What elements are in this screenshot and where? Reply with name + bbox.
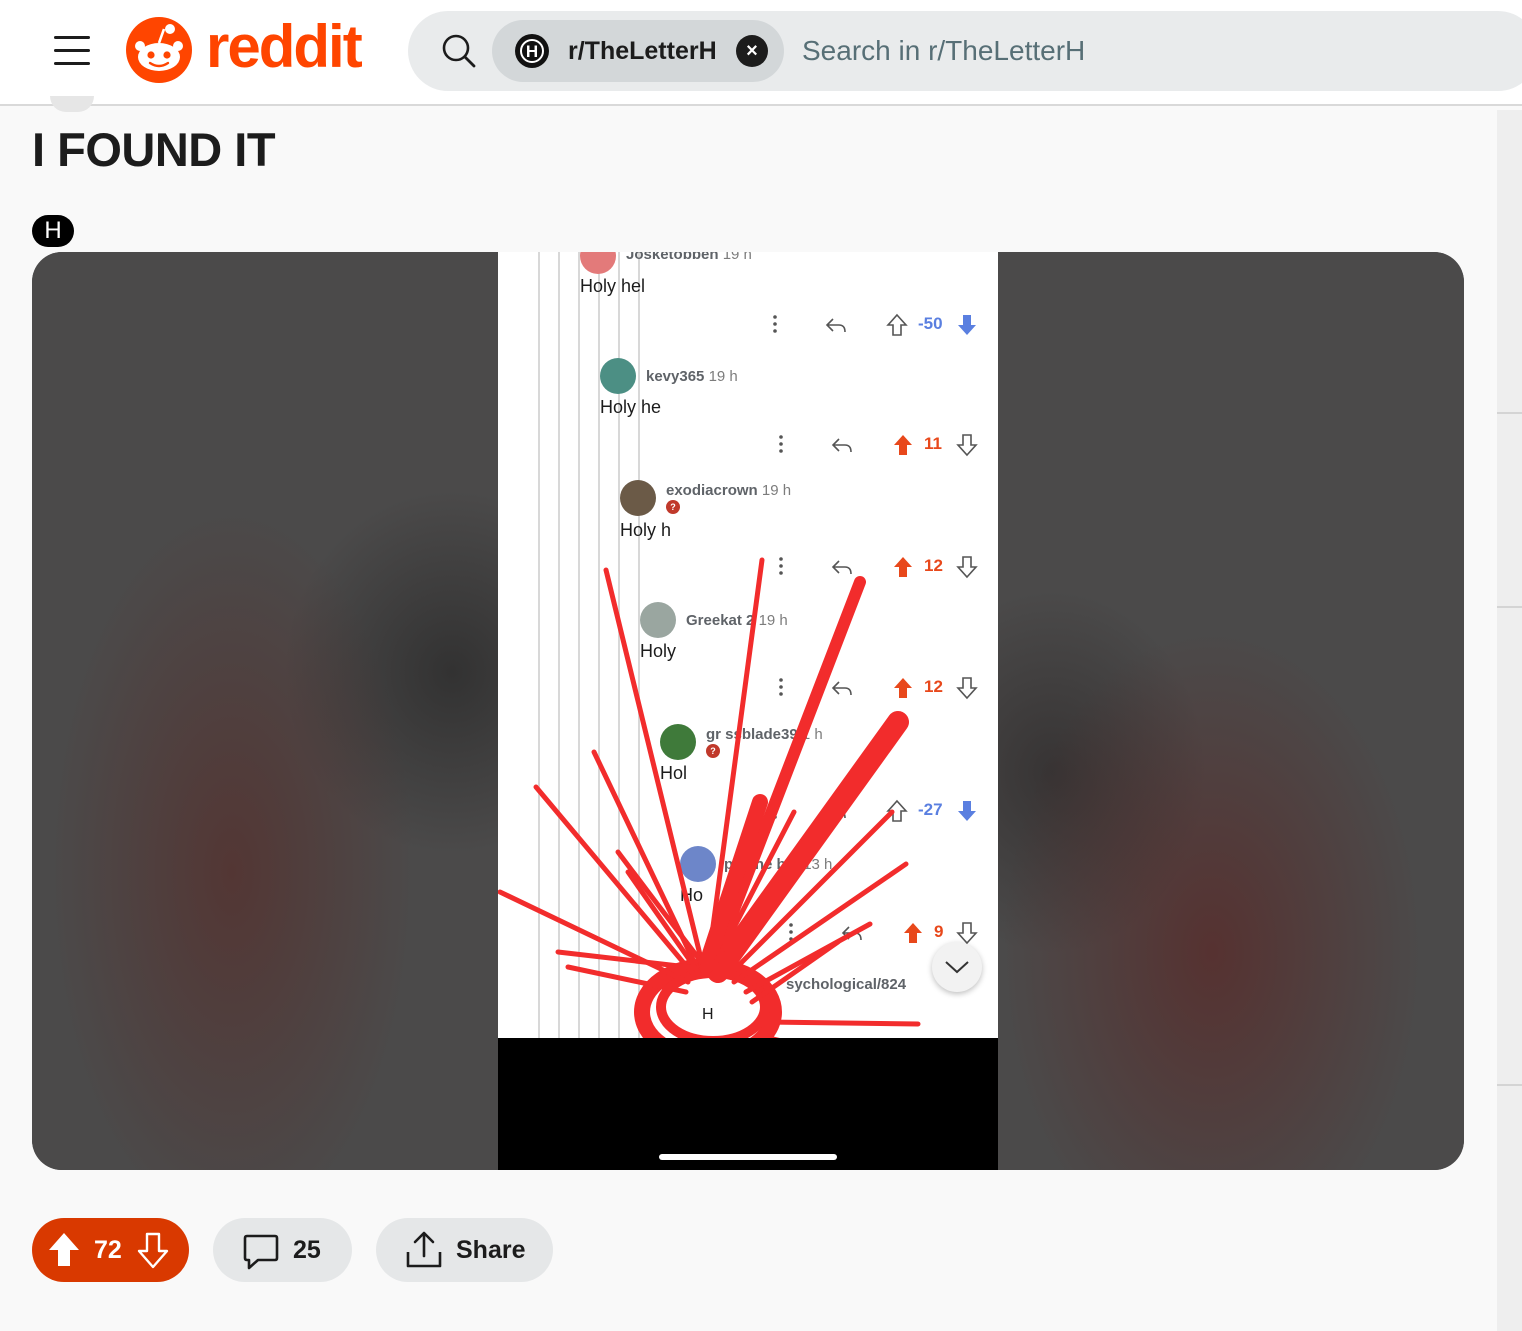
upvote-outline-icon	[886, 799, 908, 822]
more-options-icon	[773, 315, 777, 333]
reply-icon	[831, 681, 852, 696]
comment-score: 11	[924, 434, 942, 453]
comment-actions: 11	[774, 432, 988, 458]
menu-hamburger-icon[interactable]	[52, 33, 92, 67]
comment-actions: -50	[768, 312, 988, 338]
downvote-outline-icon	[956, 677, 978, 700]
post-media[interactable]: Josketobben 19 h Holy hel -50 kevy365 19…	[32, 252, 1464, 1170]
upvote-outline-icon	[886, 313, 908, 336]
comment-actions: -27	[768, 798, 988, 824]
scroll-down-button	[932, 942, 982, 992]
search-bar[interactable]: H r/TheLetterH ×	[408, 11, 1522, 91]
downvote-filled-icon	[958, 315, 976, 335]
reddit-snoo-icon	[126, 17, 192, 83]
more-options-icon	[779, 435, 783, 453]
comment-username: gr ssblade39 1 h	[706, 726, 823, 743]
home-indicator	[659, 1154, 837, 1160]
svg-text:H: H	[526, 42, 538, 61]
red-scribble-drawing	[498, 557, 921, 1071]
comment-score: -50	[918, 314, 943, 333]
upvote-filled-icon	[894, 435, 912, 455]
comment-text: Hol	[660, 763, 688, 783]
reply-icon	[825, 318, 846, 333]
more-options-icon	[789, 923, 793, 941]
comment-username: Greekat 2 19 h	[686, 612, 788, 629]
commenter-avatar	[680, 846, 716, 882]
commenter-avatar	[660, 724, 696, 760]
comment-text: Holy hel	[580, 276, 646, 296]
top-navigation-bar: reddit H r/TheLetterH ×	[0, 0, 1522, 106]
comment-score: 12	[924, 677, 943, 696]
comment-actions: 12	[774, 554, 988, 580]
comment-text: H	[702, 1006, 714, 1023]
post-score: 72	[94, 1235, 122, 1264]
comment-score: 9	[934, 922, 944, 941]
comment-bubble-icon	[243, 1234, 279, 1270]
upvote-icon[interactable]	[46, 1230, 82, 1270]
comment-username: sychological/824	[786, 976, 907, 993]
vote-controls: 72	[32, 1218, 189, 1282]
downvote-filled-icon	[958, 801, 976, 821]
search-icon	[442, 34, 476, 68]
post-flair[interactable]: H	[32, 215, 74, 247]
upvote-filled-icon	[904, 923, 922, 943]
downvote-outline-icon	[956, 434, 978, 457]
community-scope-chip[interactable]: H r/TheLetterH ×	[492, 20, 784, 82]
commenter-avatar	[580, 252, 616, 274]
post-title: I FOUND IT	[32, 123, 276, 176]
embedded-comment-screenshot: Josketobben 19 h Holy hel -50 kevy365 19…	[498, 252, 998, 1170]
comment-username: Josketobben 19 h	[626, 252, 752, 263]
commenter-avatar	[620, 480, 656, 516]
upvote-filled-icon	[894, 557, 912, 577]
reply-icon	[841, 926, 862, 941]
comment-text: Holy he	[600, 397, 662, 417]
more-options-icon	[779, 678, 783, 696]
reddit-logo[interactable]: reddit	[126, 13, 363, 84]
comments-count: 25	[293, 1235, 321, 1264]
chevron-down-icon	[945, 961, 969, 974]
comment-actions: 12	[774, 675, 988, 701]
comment-username: kevy365 19 h	[646, 368, 738, 385]
comment-text: Ho	[680, 885, 704, 905]
commenter-avatar	[640, 602, 676, 638]
community-avatar-icon: H	[515, 34, 549, 68]
reddit-wordmark: reddit	[206, 13, 363, 80]
search-input[interactable]	[802, 31, 1402, 71]
commenter-avatar	[600, 358, 636, 394]
user-flair-badge: ?	[666, 500, 680, 514]
comment-text: Holy h	[620, 520, 672, 540]
clear-community-icon[interactable]: ×	[736, 35, 768, 67]
share-button[interactable]: Share	[376, 1218, 553, 1282]
user-flair-badge: ?	[706, 744, 720, 758]
comment-username: exodiacrown 19 h	[666, 482, 792, 499]
downvote-outline-icon	[956, 556, 978, 579]
reply-icon	[831, 438, 852, 453]
downvote-icon[interactable]	[136, 1230, 170, 1270]
right-sidebar-edge	[1497, 110, 1522, 1331]
phone-nav-area	[498, 1038, 998, 1170]
reply-icon	[825, 804, 846, 819]
comment-text: Holy	[640, 641, 677, 661]
share-icon	[406, 1231, 442, 1268]
upvote-filled-icon	[894, 678, 912, 698]
comment-score: 12	[924, 556, 943, 575]
community-chip-label: r/TheLetterH	[568, 36, 717, 65]
comment-username: pla the bat 13 h	[724, 856, 833, 873]
author-avatar[interactable]	[50, 96, 94, 112]
comments-button[interactable]: 25	[213, 1218, 352, 1282]
reply-icon	[831, 560, 852, 575]
share-label: Share	[456, 1235, 526, 1264]
more-options-icon	[773, 801, 777, 819]
comment-score: -27	[918, 800, 943, 819]
more-options-icon	[779, 557, 783, 575]
